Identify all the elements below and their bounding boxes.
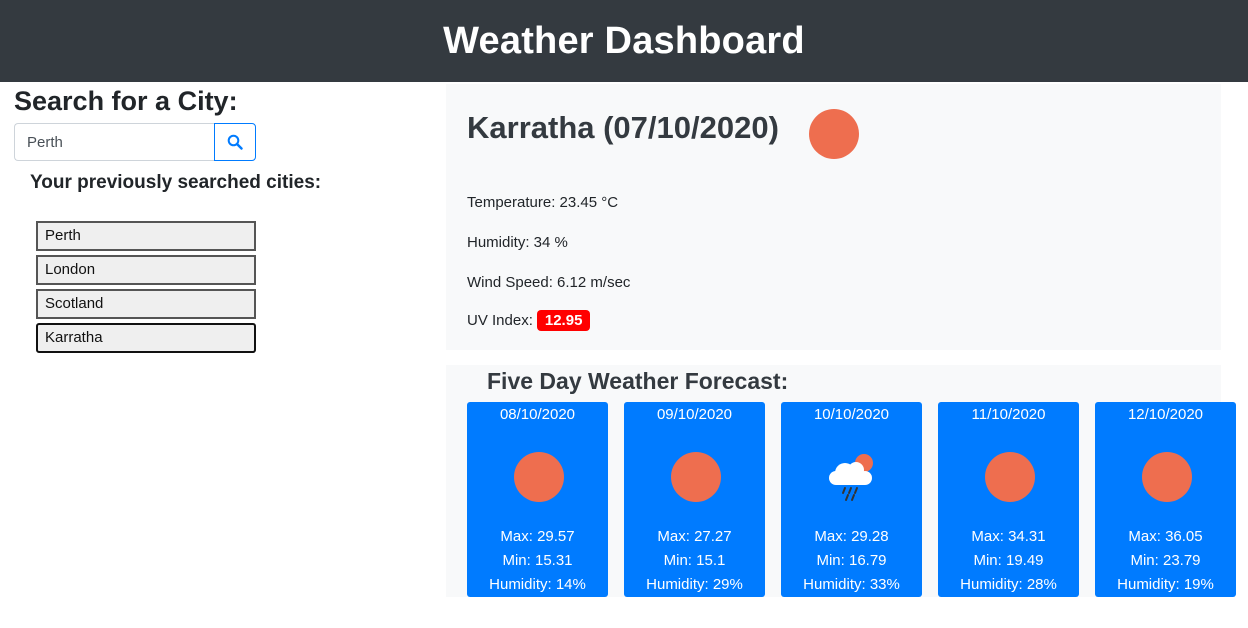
forecast-card: 08/10/2020 Max: 29.57 Min: 15.31 Humidit…	[467, 402, 608, 597]
forecast-humidity: Humidity: 29%	[646, 576, 743, 593]
forecast-max: Max: 29.28	[814, 528, 889, 545]
forecast-min: Min: 15.31	[502, 552, 573, 569]
forecast-min: Min: 23.79	[1130, 552, 1201, 569]
forecast-heading: Five Day Weather Forecast:	[487, 368, 789, 394]
forecast-min: Min: 16.79	[816, 552, 887, 569]
uv-index-row: UV Index: 12.95	[467, 310, 591, 331]
forecast-max: Max: 27.27	[657, 528, 732, 545]
app-title: Weather Dashboard	[443, 19, 805, 62]
current-wind-speed: Wind Speed: 6.12 m/sec	[467, 274, 631, 291]
forecast-card: 11/10/2020 Max: 34.31 Min: 19.49 Humidit…	[938, 402, 1079, 597]
city-search-input[interactable]	[14, 123, 214, 161]
forecast-date: 12/10/2020	[1127, 406, 1204, 423]
current-humidity: Humidity: 34 %	[467, 234, 568, 251]
clear-sun-icon	[514, 452, 564, 502]
uv-index-label: UV Index:	[467, 312, 533, 329]
clear-sun-icon	[809, 109, 859, 159]
forecast-date: 09/10/2020	[656, 406, 733, 423]
search-heading: Search for a City:	[14, 86, 238, 116]
search-icon	[227, 134, 243, 150]
rain-cloud-sun-icon	[829, 454, 873, 501]
forecast-date: 10/10/2020	[813, 406, 890, 423]
clear-sun-icon	[1142, 452, 1192, 502]
forecast-min: Min: 15.1	[663, 552, 726, 569]
clear-sun-icon	[985, 452, 1035, 502]
history-heading: Your previously searched cities:	[30, 172, 322, 193]
forecast-max: Max: 29.57	[500, 528, 575, 545]
forecast-card: 10/10/2020 Max: 29.28 Min: 16.79 Humidit…	[781, 402, 922, 597]
clear-sun-icon	[671, 452, 721, 502]
forecast-date: 08/10/2020	[499, 406, 576, 423]
forecast-date: 11/10/2020	[971, 406, 1046, 423]
search-bar	[14, 123, 256, 161]
history-item-london[interactable]: London	[36, 255, 256, 285]
history-item-karratha[interactable]: Karratha	[36, 323, 256, 353]
forecast-min: Min: 19.49	[973, 552, 1044, 569]
history-item-perth[interactable]: Perth	[36, 221, 256, 251]
search-button[interactable]	[214, 123, 256, 161]
app-header: Weather Dashboard	[0, 0, 1248, 82]
forecast-card: 09/10/2020 Max: 27.27 Min: 15.1 Humidity…	[624, 402, 765, 597]
forecast-max: Max: 34.31	[971, 528, 1046, 545]
forecast-humidity: Humidity: 33%	[803, 576, 900, 593]
forecast-humidity: Humidity: 19%	[1117, 576, 1214, 593]
current-temperature: Temperature: 23.45 °C	[467, 194, 619, 211]
forecast-humidity: Humidity: 14%	[489, 576, 586, 593]
forecast-max: Max: 36.05	[1128, 528, 1203, 545]
forecast-card: 12/10/2020 Max: 36.05 Min: 23.79 Humidit…	[1095, 402, 1236, 597]
forecast-panel: Five Day Weather Forecast: 08/10/2020 Ma…	[446, 365, 1236, 597]
current-city-title: Karratha (07/10/2020)	[467, 110, 779, 145]
forecast-humidity: Humidity: 28%	[960, 576, 1057, 593]
history-list: Perth London Scotland Karratha	[36, 221, 256, 357]
current-weather-panel: Karratha (07/10/2020) Temperature: 23.45…	[446, 84, 1221, 350]
history-item-scotland[interactable]: Scotland	[36, 289, 256, 319]
uv-index-badge: 12.95	[536, 310, 591, 331]
